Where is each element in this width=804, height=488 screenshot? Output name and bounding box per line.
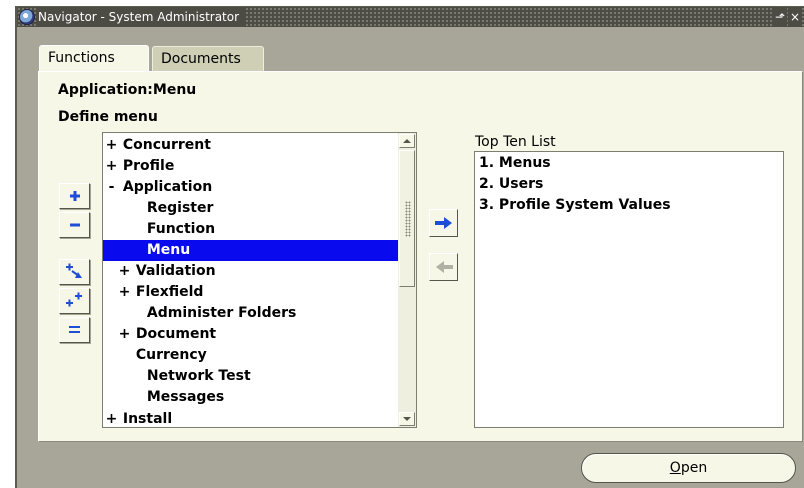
close-icon[interactable]: × xyxy=(788,7,802,27)
functions-panel: Application:Menu Define menu + Concurren… xyxy=(38,71,803,442)
expand-branch-button[interactable] xyxy=(59,259,90,285)
tree-item-function[interactable]: Function xyxy=(103,219,398,240)
section-title: Define menu xyxy=(58,109,158,125)
tree-item-messages[interactable]: Messages xyxy=(103,387,398,408)
add-to-top-ten-button[interactable] xyxy=(429,209,458,237)
page-title: Application:Menu xyxy=(58,82,197,98)
top-ten-item-profile-system-values[interactable]: 3. Profile System Values xyxy=(479,195,671,216)
app-icon xyxy=(19,9,35,25)
plus-icon xyxy=(69,191,80,201)
right-arrow-icon xyxy=(434,217,452,229)
left-arrow-icon xyxy=(435,261,453,273)
tree-item-concurrent[interactable]: + Concurrent xyxy=(103,135,398,156)
scroll-up-button[interactable] xyxy=(399,134,415,148)
tree-item-flexfield[interactable]: + Flexfield xyxy=(103,282,398,303)
triangle-up-icon xyxy=(403,139,411,143)
tree-item-network-test[interactable]: Network Test xyxy=(103,366,398,387)
top-ten-item-menus[interactable]: 1. Menus xyxy=(479,153,551,174)
tree-item-administer-folders[interactable]: Administer Folders xyxy=(103,303,398,324)
tree-scrollbar[interactable] xyxy=(398,132,417,428)
collapse-button[interactable] xyxy=(59,212,90,238)
tab-functions[interactable]: Functions xyxy=(39,45,149,72)
tree-item-menu[interactable]: Menu xyxy=(103,240,398,261)
top-ten-list[interactable]: 1. Menus 2. Users 3. Profile System Valu… xyxy=(474,151,784,428)
top-ten-label: Top Ten List xyxy=(475,134,556,150)
tree-item-register[interactable]: Register xyxy=(103,198,398,219)
remove-from-top-ten-button[interactable] xyxy=(429,253,458,281)
grip-icon xyxy=(405,201,411,237)
collapse-all-icon xyxy=(68,326,80,333)
menu-tree[interactable]: + Concurrent + Profile - Application Reg… xyxy=(102,132,399,428)
open-button-label: pen xyxy=(680,460,708,476)
tree-item-install[interactable]: + Install xyxy=(103,409,398,427)
tree-item-profile[interactable]: + Profile xyxy=(103,156,398,177)
collapse-all-button[interactable] xyxy=(59,317,90,343)
tab-documents[interactable]: Documents xyxy=(152,46,264,71)
window-title: Navigator - System Administrator xyxy=(38,7,246,27)
tree-item-document[interactable]: + Document xyxy=(103,324,398,345)
open-button-mnemonic: O xyxy=(669,460,681,476)
expand-button[interactable] xyxy=(59,183,90,209)
scroll-down-button[interactable] xyxy=(399,412,415,426)
top-ten-item-users[interactable]: 2. Users xyxy=(479,174,543,195)
triangle-down-icon xyxy=(403,417,411,421)
scroll-thumb[interactable] xyxy=(399,150,415,287)
open-button[interactable]: Open xyxy=(581,453,796,483)
minimize-icon[interactable]: ⬏ xyxy=(773,7,787,27)
navigator-window: Navigator - System Administrator ⬏ × Fun… xyxy=(15,6,804,488)
expand-branch-icon xyxy=(65,263,82,278)
expand-all-button[interactable] xyxy=(59,288,90,314)
expand-all-icon xyxy=(65,292,82,307)
tree-item-validation[interactable]: + Validation xyxy=(103,261,398,282)
tree-item-currency[interactable]: Currency xyxy=(103,345,398,366)
title-bar[interactable]: Navigator - System Administrator ⬏ × xyxy=(17,7,804,27)
tree-item-application[interactable]: - Application xyxy=(103,177,398,198)
minus-icon xyxy=(69,223,80,227)
